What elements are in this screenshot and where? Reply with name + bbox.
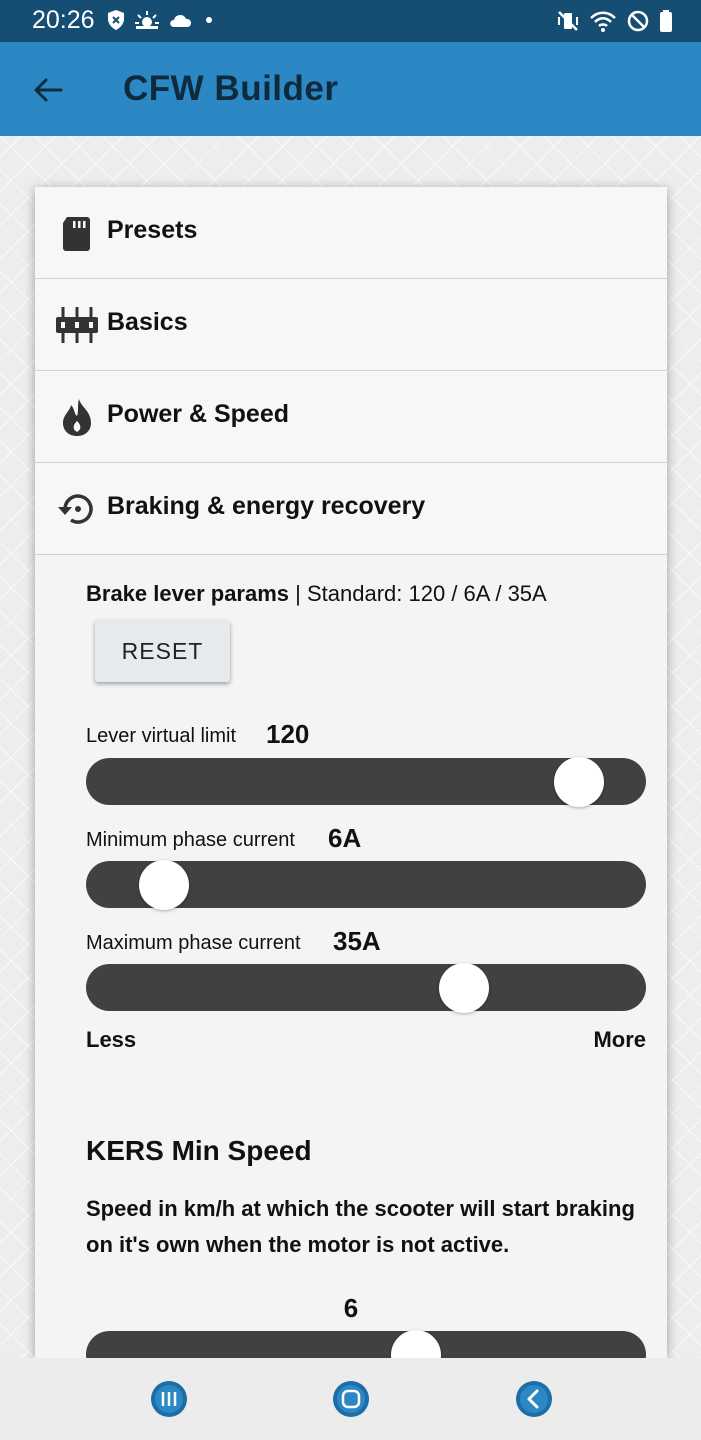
restore-icon: [55, 489, 99, 529]
slider-thumb[interactable]: [439, 963, 489, 1013]
settings-card: Presets Basics Power & Speed Braking & e…: [35, 187, 667, 1358]
range-label-less: Less: [86, 1027, 137, 1052]
brake-params-standard: Standard: 120 / 6A / 35A: [306, 581, 547, 606]
accordion-label: Power & Speed: [107, 400, 289, 428]
kers-value: 6: [343, 1293, 359, 1323]
slider-value-min-current: 6A: [328, 823, 362, 853]
accordion-label: Basics: [107, 308, 188, 336]
wifi-icon: [590, 11, 616, 32]
status-time: 20:26: [32, 6, 95, 34]
mute-vibrate-icon: [558, 11, 578, 31]
slider-value-max-current: 35A: [333, 926, 381, 956]
back-button[interactable]: [24, 66, 72, 114]
arrow-left-icon: [34, 78, 63, 102]
weather-icon: [135, 11, 159, 29]
do-not-disturb-icon: [627, 10, 649, 32]
accordion-label: Presets: [107, 216, 198, 244]
back-icon: [516, 1381, 552, 1417]
slider-label-min-current: Minimum phase current: [86, 829, 295, 851]
back-nav-button[interactable]: [514, 1379, 554, 1419]
battery-icon: [660, 10, 672, 32]
navigation-bar: [0, 1358, 701, 1440]
recents-icon: [151, 1381, 187, 1417]
slider-lever-limit[interactable]: [86, 757, 646, 807]
status-right-icons: [556, 9, 673, 33]
accordion-braking[interactable]: Braking & energy recovery: [35, 463, 667, 555]
app-title: CFW Builder: [123, 69, 339, 108]
accordion-presets[interactable]: Presets: [35, 187, 667, 279]
flame-icon: [55, 397, 99, 437]
accordion-label: Braking & energy recovery: [107, 492, 426, 520]
slider-label-lever-limit: Lever virtual limit: [86, 725, 237, 747]
accordion-basics[interactable]: Basics: [35, 279, 667, 371]
slider-thumb[interactable]: [139, 860, 190, 910]
slider-min-current[interactable]: [86, 860, 646, 910]
cloud-icon: [170, 14, 192, 27]
app-bar: CFW Builder: [0, 42, 701, 136]
slider-max-current[interactable]: [86, 963, 646, 1013]
dot-icon: [206, 17, 212, 23]
home-icon: [333, 1381, 369, 1417]
slider-kers-speed[interactable]: [86, 1330, 646, 1358]
brake-params-separator: |: [289, 581, 307, 606]
kers-description: Speed in km/h at which the scooter will …: [86, 1196, 635, 1257]
status-bar: 20:26: [0, 0, 701, 42]
sliders-icon: [55, 305, 99, 345]
shield-icon: [108, 10, 124, 30]
slider-thumb[interactable]: [553, 757, 604, 807]
slider-thumb[interactable]: [391, 1330, 442, 1358]
status-left-icons: [106, 9, 216, 31]
slider-label-max-current: Maximum phase current: [86, 932, 301, 954]
kers-title: KERS Min Speed: [86, 1135, 312, 1166]
recents-button[interactable]: [149, 1379, 189, 1419]
slider-value-lever-limit: 120: [266, 719, 310, 749]
brake-params-title: Brake lever params: [86, 581, 290, 606]
sd-card-icon: [55, 213, 99, 253]
accordion-power-speed[interactable]: Power & Speed: [35, 371, 667, 463]
home-button[interactable]: [331, 1379, 371, 1419]
range-label-more: More: [593, 1027, 646, 1052]
brake-params-heading: Brake lever params | Standard: 120 / 6A …: [86, 581, 547, 607]
reset-button[interactable]: RESET: [95, 620, 230, 682]
